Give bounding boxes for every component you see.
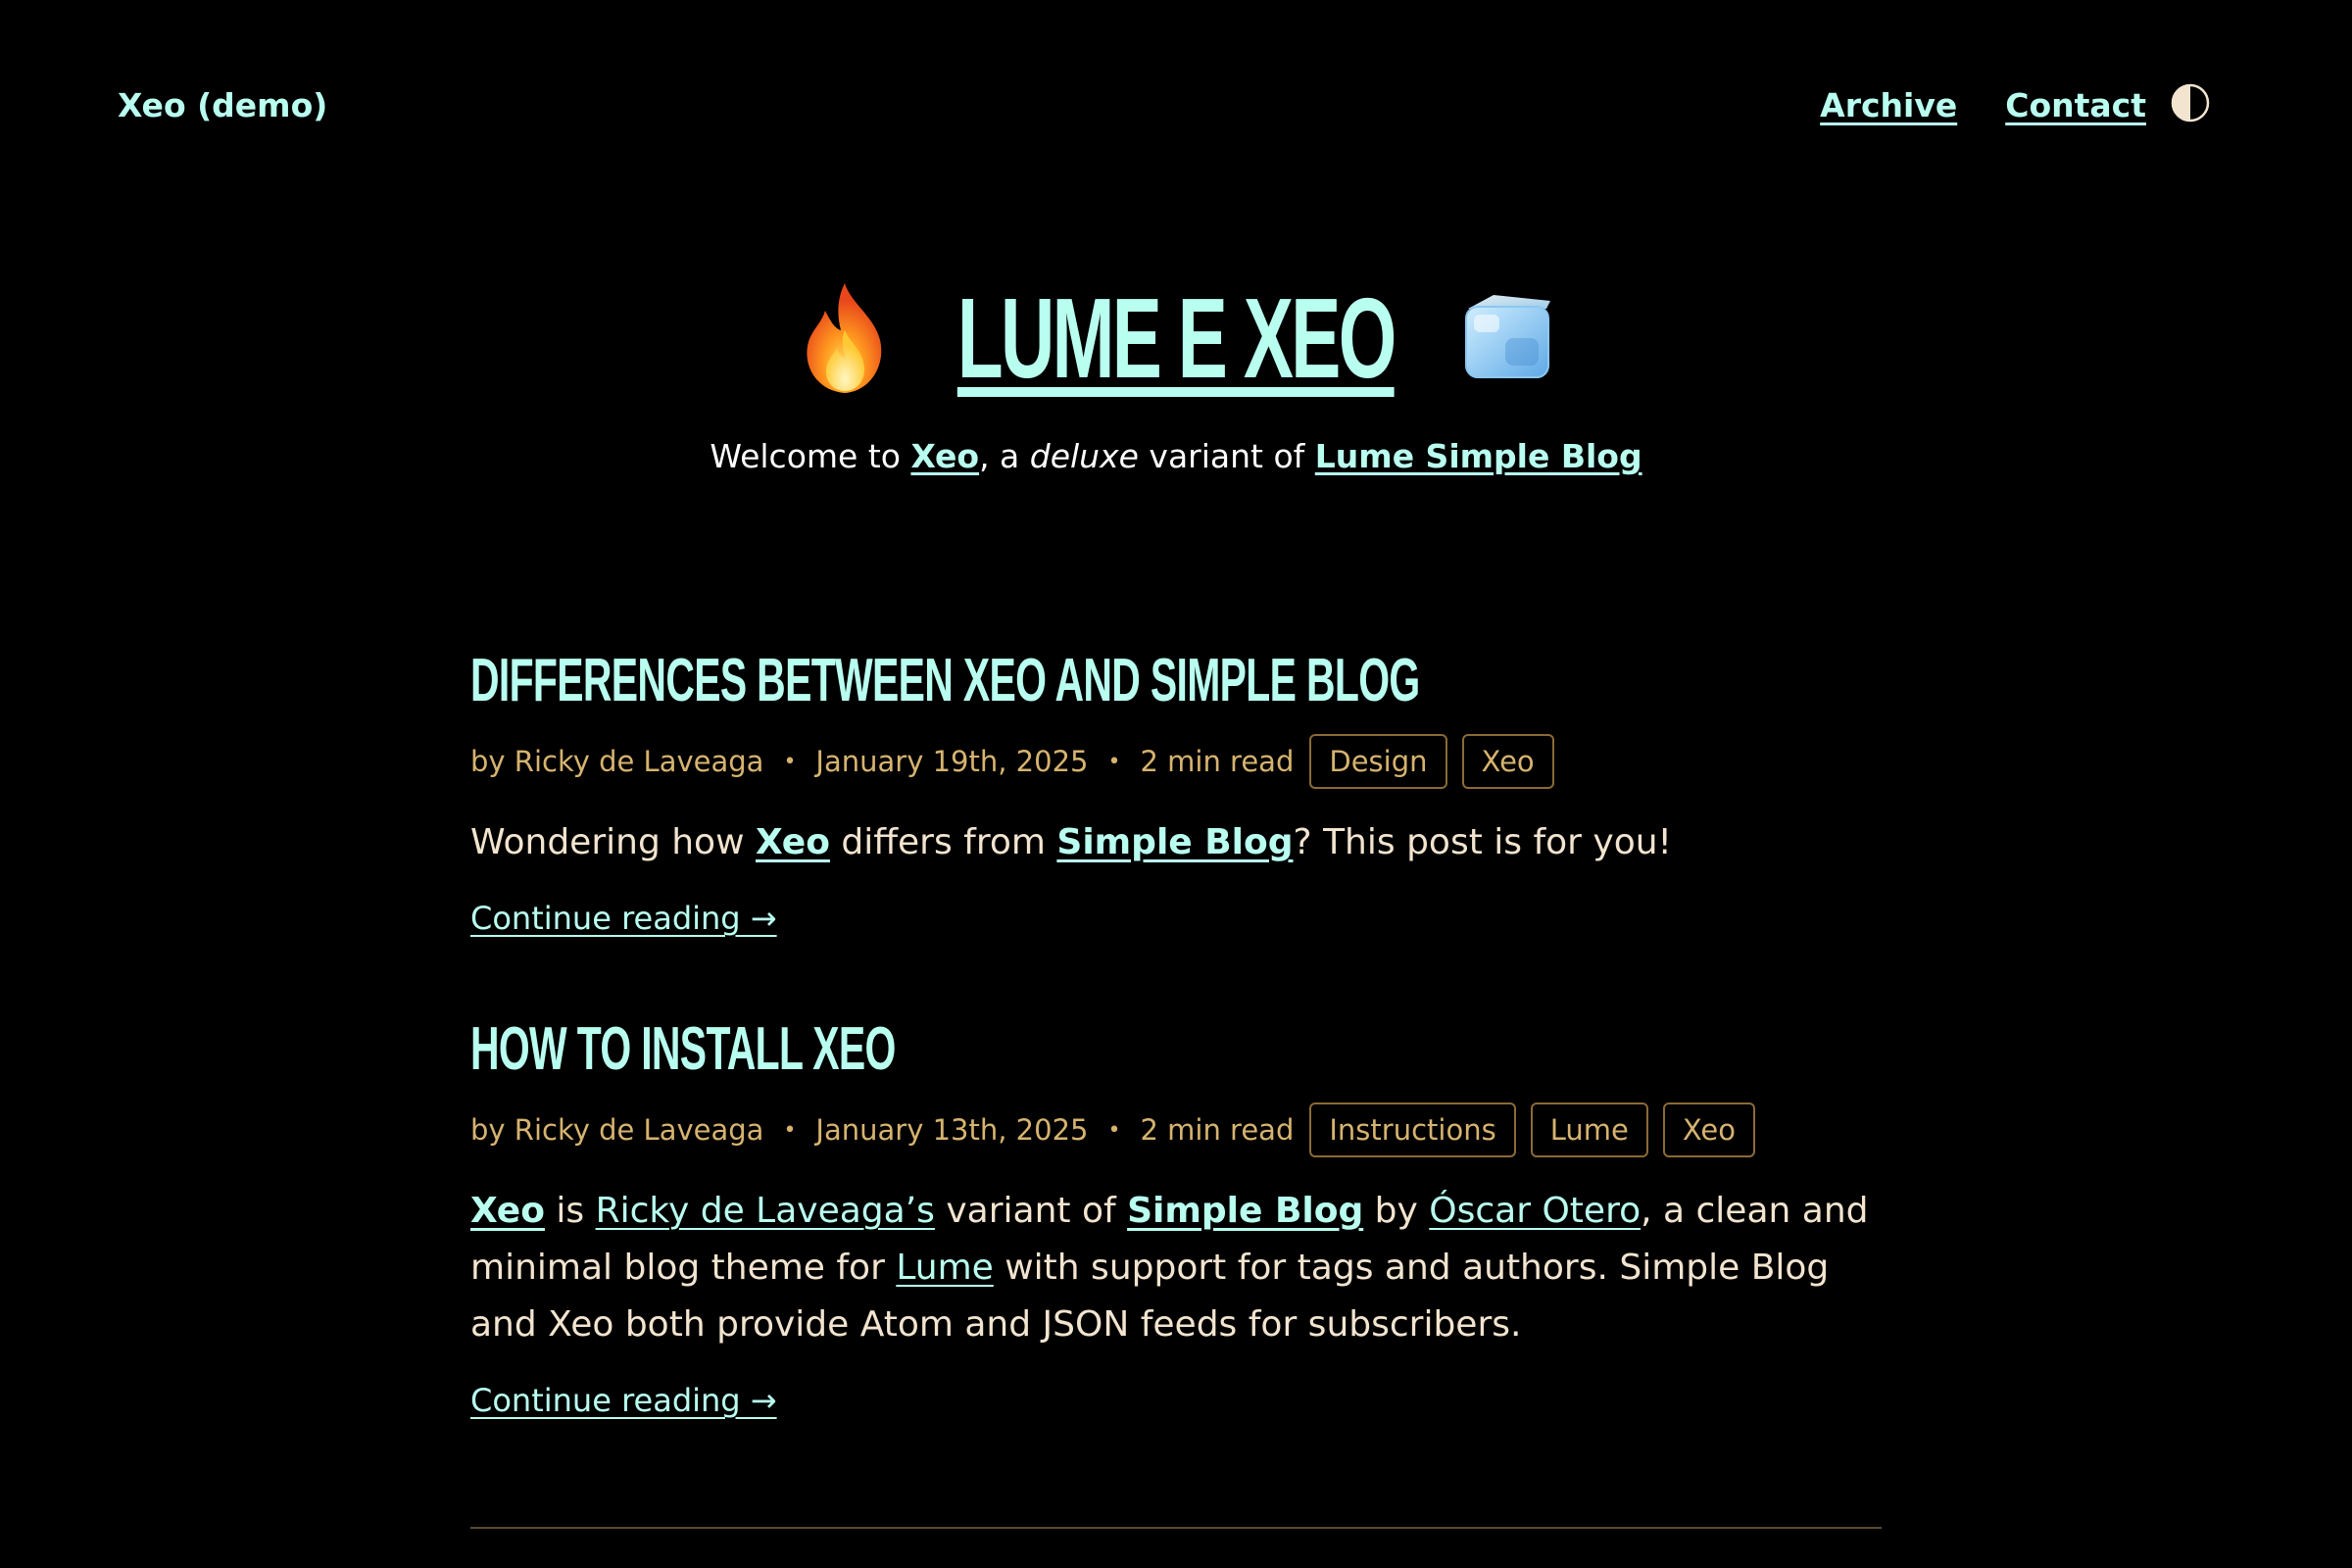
hero-sub-text: Welcome to — [710, 437, 911, 475]
ice-cube-emoji-icon — [1464, 295, 1550, 378]
tag-xeo[interactable]: Xeo — [1461, 734, 1554, 789]
meta-separator: • — [783, 749, 797, 774]
excerpt-simple-blog-link[interactable]: Simple Blog — [1127, 1191, 1363, 1231]
excerpt-text: variant of — [934, 1191, 1128, 1231]
excerpt-text: Wondering how — [470, 822, 756, 862]
fire-emoji-icon — [807, 283, 882, 393]
meta-separator: • — [1107, 749, 1121, 774]
post-title[interactable]: HOW TO INSTALL XEO — [470, 1010, 1401, 1089]
post-list: DIFFERENCES BETWEEN XEO AND SIMPLE BLOG … — [470, 642, 1882, 1424]
nav-contact-link[interactable]: Contact — [2005, 82, 2146, 129]
post-item: HOW TO INSTALL XEO by Ricky de Laveaga •… — [470, 1010, 1882, 1424]
hero-lume-simple-blog-link[interactable]: Lume Simple Blog — [1315, 437, 1642, 475]
hero-title-link[interactable]: LUME E XEO — [957, 265, 1396, 412]
excerpt-text: ? This post is for you! — [1293, 822, 1672, 862]
meta-separator: • — [783, 1117, 797, 1143]
continue-reading-link[interactable]: Continue reading → — [470, 895, 777, 942]
site-name-link[interactable]: Xeo (demo) — [118, 82, 327, 129]
post-excerpt: Xeo is Ricky de Laveaga’s variant of Sim… — [470, 1183, 1882, 1353]
excerpt-oscar-otero-link[interactable]: Óscar Otero — [1429, 1191, 1641, 1231]
post-date: January 19th, 2025 — [815, 745, 1089, 778]
post-author: by Ricky de Laveaga — [470, 1113, 764, 1147]
excerpt-lume-link[interactable]: Lume — [896, 1248, 993, 1288]
excerpt-xeo-link[interactable]: Xeo — [470, 1191, 545, 1231]
hero-sub-emphasis: deluxe — [1029, 437, 1139, 475]
continue-reading-link[interactable]: Continue reading → — [470, 1377, 777, 1424]
hero-sub-text: , a — [979, 437, 1030, 475]
post-title[interactable]: DIFFERENCES BETWEEN XEO AND SIMPLE BLOG — [470, 642, 1420, 720]
tag-instructions[interactable]: Instructions — [1309, 1102, 1516, 1157]
post-tags: Instructions Lume Xeo — [1309, 1102, 1755, 1157]
post-meta: by Ricky de Laveaga • January 19th, 2025… — [470, 734, 1882, 789]
post-read-time: 2 min read — [1140, 1113, 1295, 1147]
half-circle-contrast-icon — [2171, 83, 2210, 122]
hero-sub-text: variant of — [1138, 437, 1315, 475]
tag-xeo[interactable]: Xeo — [1662, 1102, 1755, 1157]
hero-title: LUME E XEO — [792, 265, 1559, 412]
post-excerpt: Wondering how Xeo differs from Simple Bl… — [470, 814, 1882, 871]
post-meta: by Ricky de Laveaga • January 13th, 2025… — [470, 1102, 1882, 1157]
content-divider — [470, 1527, 1882, 1529]
excerpt-text: differs from — [829, 822, 1057, 862]
theme-toggle-button[interactable] — [2171, 83, 2210, 122]
hero-xeo-link[interactable]: Xeo — [910, 437, 979, 475]
excerpt-simple-blog-link[interactable]: Simple Blog — [1056, 822, 1293, 862]
tag-lume[interactable]: Lume — [1530, 1102, 1648, 1157]
excerpt-xeo-link[interactable]: Xeo — [756, 822, 830, 862]
post-tags: Design Xeo — [1309, 734, 1554, 789]
excerpt-text: is — [544, 1191, 596, 1231]
tag-design[interactable]: Design — [1309, 734, 1447, 789]
post-author: by Ricky de Laveaga — [470, 745, 764, 778]
hero-section: LUME E XEO Welcome to Xeo, a deluxe vari… — [0, 265, 2352, 480]
nav-archive-link[interactable]: Archive — [1820, 82, 1957, 129]
excerpt-author-link[interactable]: Ricky de Laveaga’s — [596, 1191, 935, 1231]
post-date: January 13th, 2025 — [815, 1113, 1089, 1147]
main-nav: Archive Contact — [1820, 82, 2146, 129]
excerpt-text: by — [1363, 1191, 1430, 1231]
meta-separator: • — [1107, 1117, 1121, 1143]
hero-subtitle: Welcome to Xeo, a deluxe variant of Lume… — [0, 433, 2352, 480]
post-item: DIFFERENCES BETWEEN XEO AND SIMPLE BLOG … — [470, 642, 1882, 942]
post-read-time: 2 min read — [1140, 745, 1295, 778]
